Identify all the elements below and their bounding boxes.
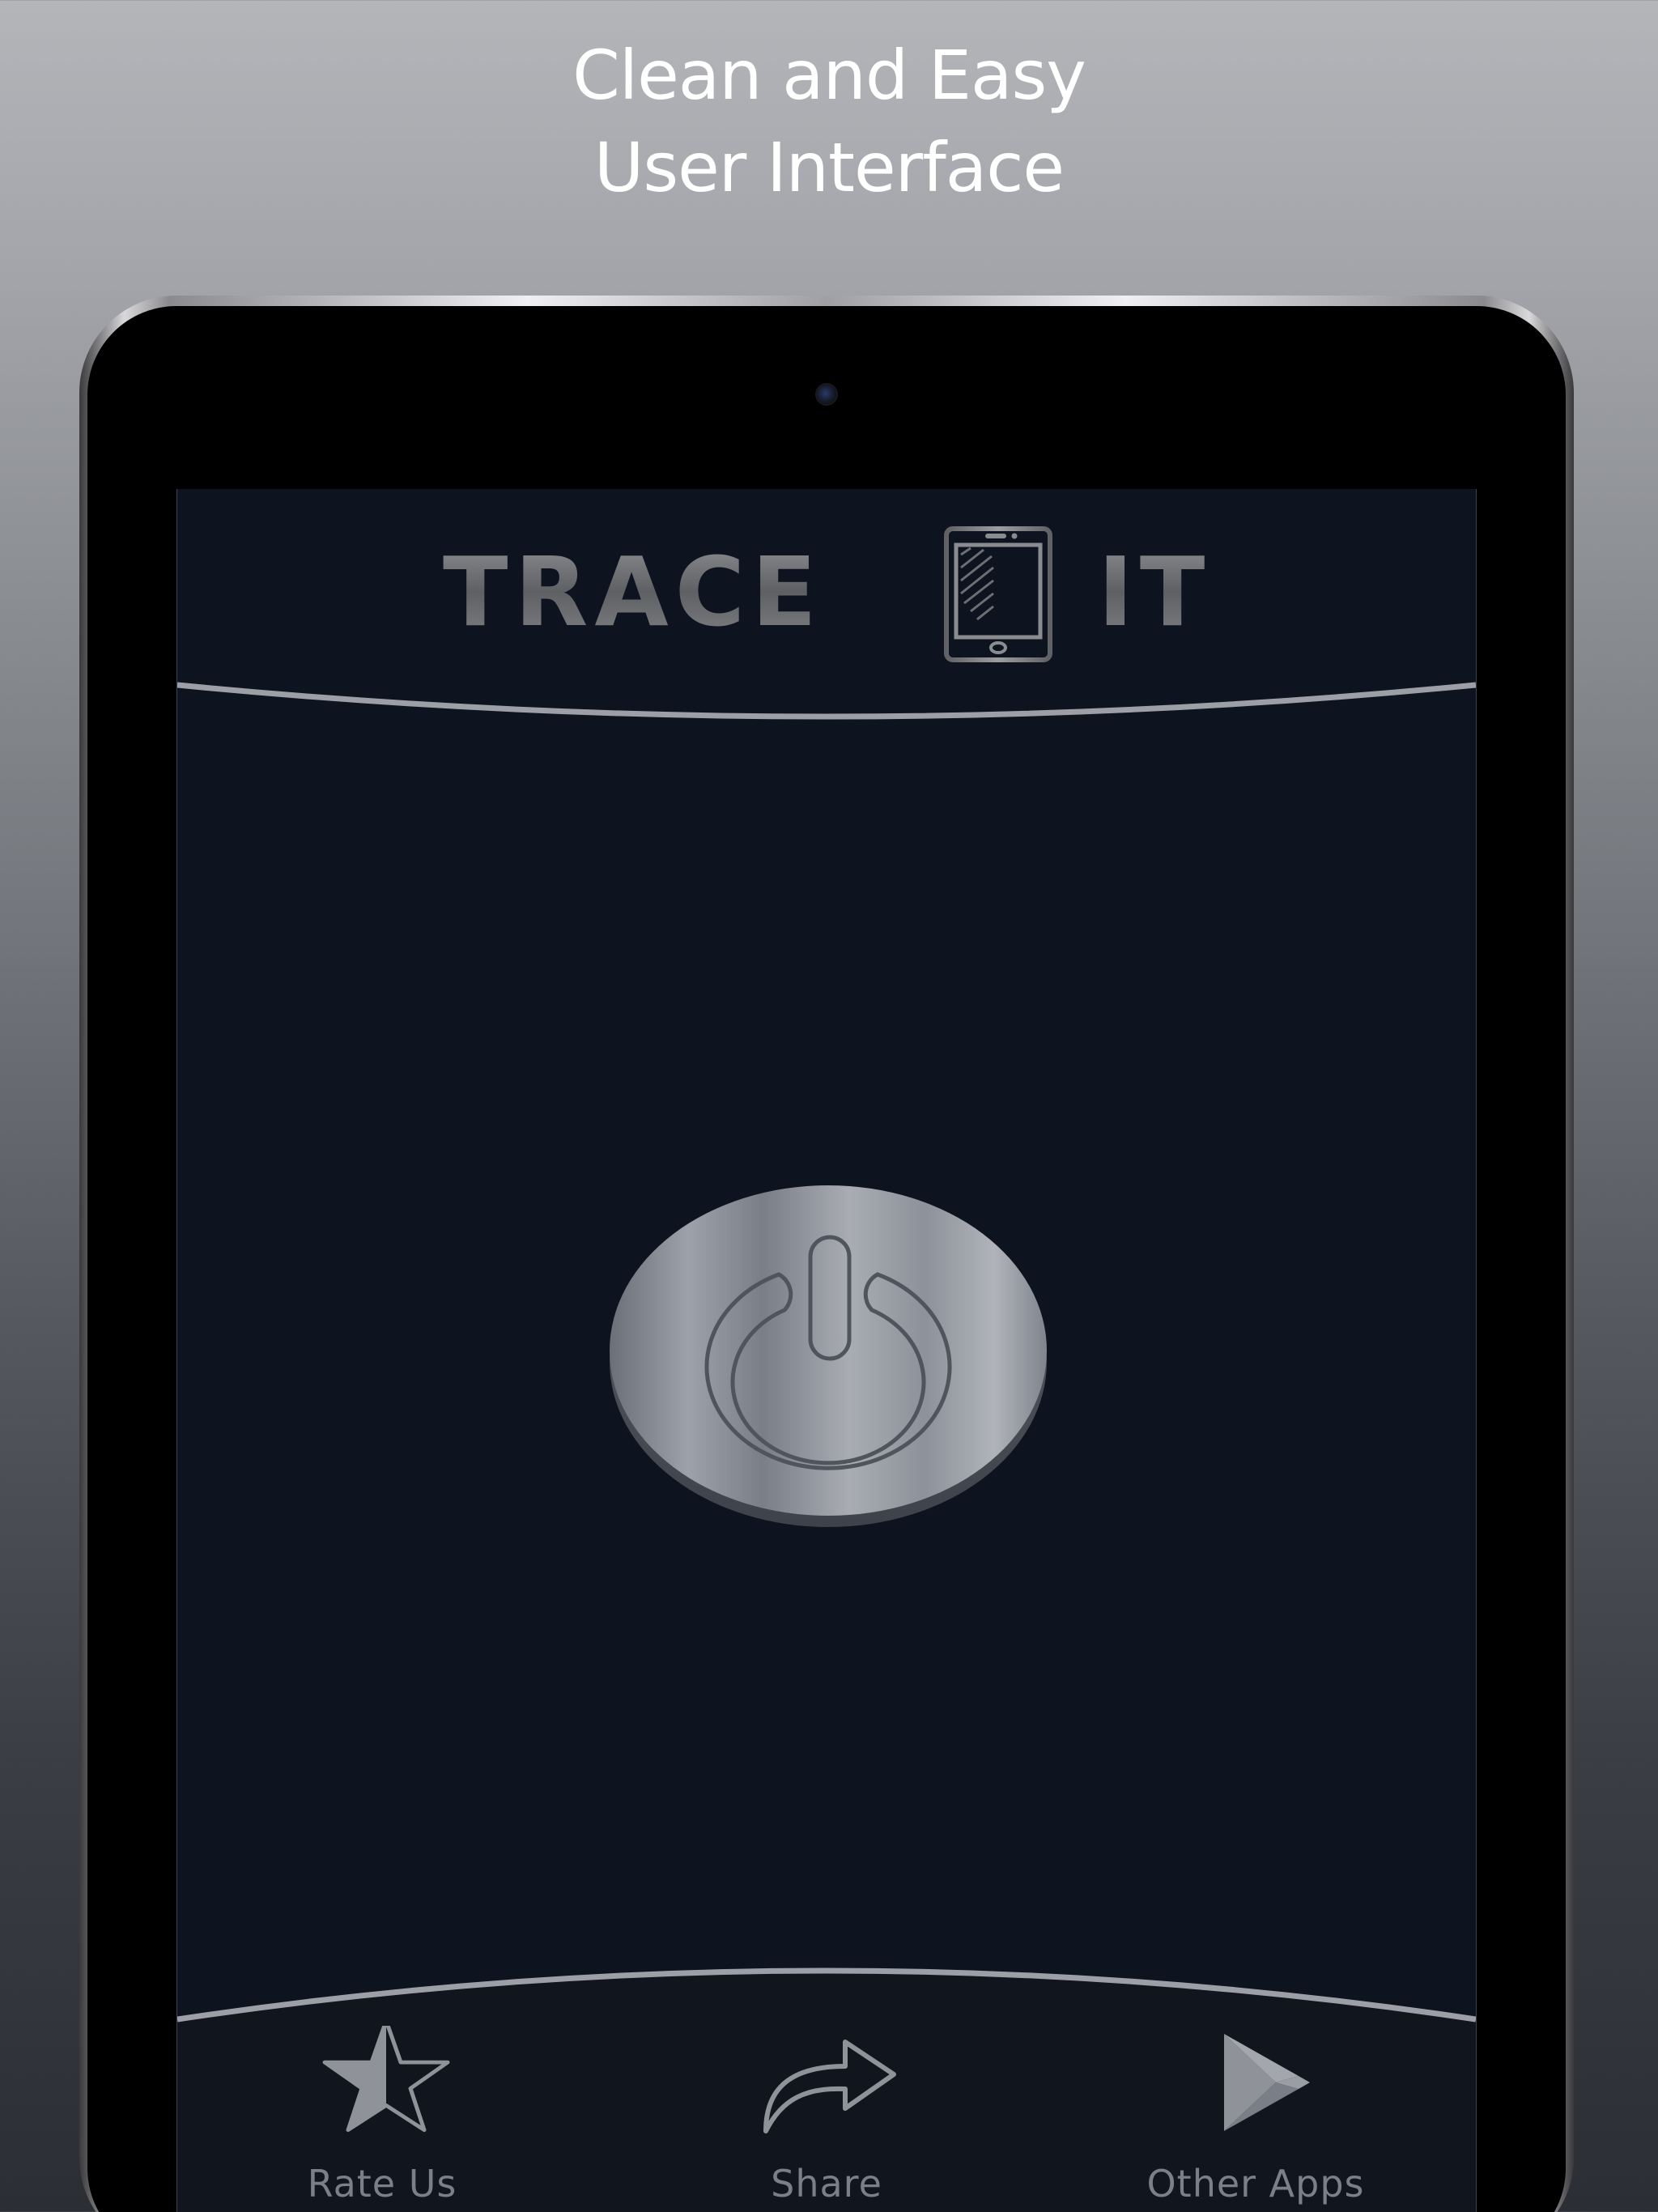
share-label: Share xyxy=(771,2162,882,2206)
power-button[interactable] xyxy=(608,1179,1048,1529)
share-button[interactable]: Share xyxy=(689,2026,964,2212)
rate-us-button[interactable]: Rate Us xyxy=(244,2026,520,2212)
promo-headline-line2: User Interface xyxy=(593,128,1065,207)
share-arrow-icon xyxy=(763,2040,896,2133)
other-apps-label: Other Apps xyxy=(1146,2162,1365,2206)
app-screen: TRACE IT Rate Us Share Other Apps xyxy=(176,489,1477,2212)
logo-word-trace: TRACE xyxy=(443,536,823,648)
smartphone-icon xyxy=(944,526,1052,662)
promo-headline: Clean and Easy User Interface xyxy=(0,29,1658,214)
app-logo: TRACE IT xyxy=(177,525,1476,667)
other-apps-button[interactable]: Other Apps xyxy=(1118,2026,1393,2212)
play-store-icon xyxy=(1224,2034,1310,2131)
star-icon xyxy=(322,2026,450,2133)
logo-word-it: IT xyxy=(1098,536,1212,648)
front-camera xyxy=(817,385,836,404)
promo-headline-line1: Clean and Easy xyxy=(572,36,1086,115)
rate-us-label: Rate Us xyxy=(307,2162,457,2206)
